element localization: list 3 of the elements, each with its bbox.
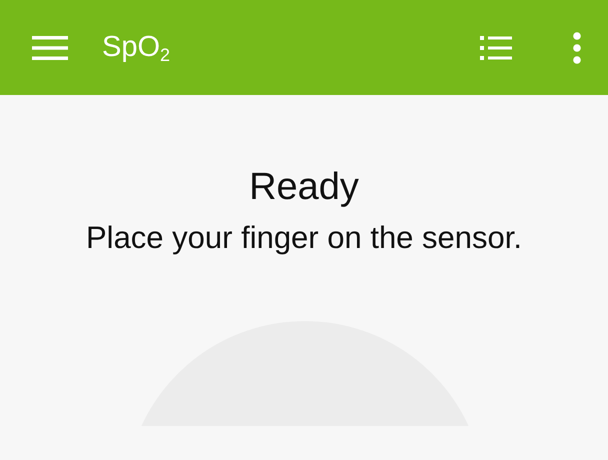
status-message: Place your finger on the sensor. bbox=[85, 218, 523, 256]
status-heading: Ready bbox=[248, 165, 360, 210]
app-title: SpO$_{2}$ bbox=[102, 33, 170, 62]
